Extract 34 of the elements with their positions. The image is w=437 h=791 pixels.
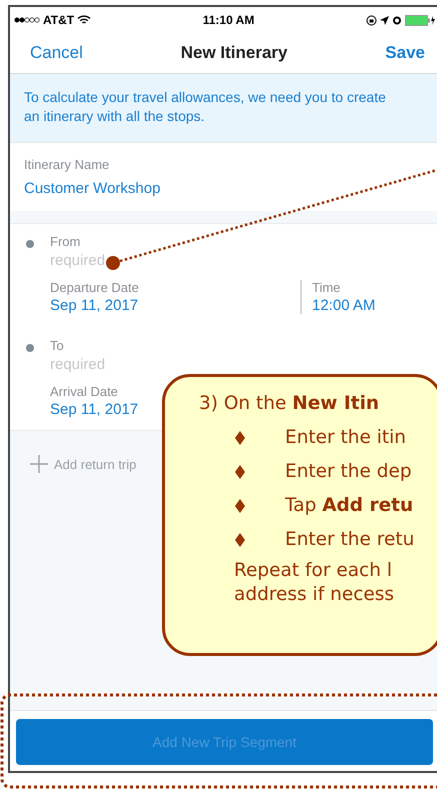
carrier-name: AT&T [43,13,74,27]
wifi-icon [77,15,92,25]
stop-dot [26,344,34,352]
save-button[interactable]: Save [385,43,425,63]
date-value[interactable]: Sep 11, 2017 [50,401,138,418]
callout-note: Repeat for each l [234,559,393,583]
location-icon [380,16,389,24]
stop-label: To [50,338,65,353]
info-banner: To calculate your travel allowances, we need you to create an itinerary with all the stops. [10,74,437,143]
screen-title: New Itinerary [180,43,288,63]
itinerary-name-field[interactable]: Itinerary Name Customer Workshop [10,143,437,211]
diamond-bullet-icon [235,499,245,513]
callout-step: Enter the retu [285,523,414,557]
add-return-trip-button[interactable]: Add return trip [10,431,156,497]
battery-icon [404,14,435,26]
status-time: 11:10 AM [202,13,254,27]
plus-icon [30,455,48,473]
diamond-bullet-icon [235,431,245,445]
callout-step: Tap Add retu [285,489,414,523]
signal-icon [14,17,40,23]
callout-note: address if necess [234,583,396,607]
diamond-bullet-icon [235,533,245,547]
date-value[interactable]: Sep 11, 2017 [50,297,138,314]
date-label: Departure Date [50,280,139,295]
diamond-bullet-icon [235,465,245,479]
callout-step: Enter the dep [285,455,412,489]
stop-dot [26,240,34,248]
time-label: Time [312,280,342,295]
date-label: Arrival Date [50,384,118,399]
callout-step: Enter the itin [285,421,406,455]
time-value[interactable]: 12:00 AM [312,297,376,314]
cancel-button[interactable]: Cancel [30,43,83,63]
callout-heading: 3) On the New Itin [199,392,380,416]
stop-label: From [50,234,82,249]
